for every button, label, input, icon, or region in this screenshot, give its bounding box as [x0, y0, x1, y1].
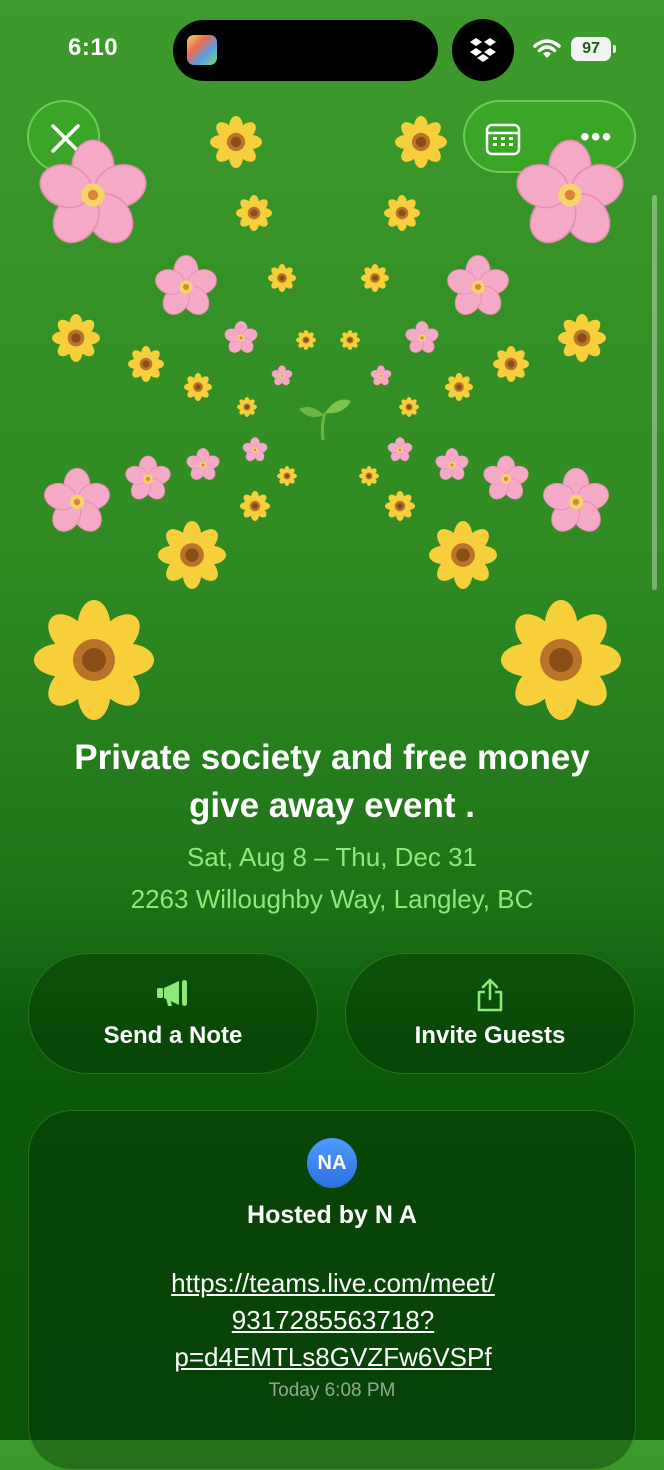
top-actions-pill: •••: [463, 100, 636, 173]
calendar-icon[interactable]: [485, 122, 521, 156]
send-note-label: Send a Note: [103, 1022, 243, 1049]
invite-guests-label: Invite Guests: [414, 1022, 566, 1049]
note-timestamp: Today 6:08 PM: [268, 1380, 396, 1401]
meeting-link-line2[interactable]: 9317285563718?: [109, 1302, 557, 1339]
event-title-line2: give away event .: [189, 786, 475, 825]
dynamic-island[interactable]: [173, 20, 438, 81]
send-note-button[interactable]: Send a Note: [28, 953, 318, 1074]
close-button[interactable]: [27, 100, 100, 173]
live-activity-indicator[interactable]: [452, 19, 514, 81]
invite-guests-button[interactable]: Invite Guests: [345, 953, 635, 1074]
meeting-link[interactable]: https://teams.live.com/meet/ 93172855637…: [109, 1265, 557, 1376]
share-icon: [477, 978, 503, 1012]
battery-nub: [613, 45, 616, 53]
status-time: 6:10: [68, 34, 119, 61]
flower-pattern: [33, 116, 630, 720]
meeting-link-line3[interactable]: p=d4EMTLs8GVZFw6VSPf: [109, 1339, 557, 1376]
more-icon[interactable]: •••: [580, 123, 612, 151]
host-card: NA Hosted by N A https://teams.live.com/…: [28, 1110, 636, 1470]
status-bar: 6:10 97: [0, 0, 664, 100]
megaphone-icon: [157, 980, 187, 1006]
event-date[interactable]: Sat, Aug 8 – Thu, Dec 31: [30, 842, 634, 873]
event-title-line1: Private society and free money: [74, 738, 590, 777]
close-icon: [51, 124, 80, 153]
wifi-icon: [533, 39, 561, 58]
hosted-by: Hosted by N A: [247, 1201, 417, 1229]
event-title: Private society and free money give away…: [30, 734, 634, 830]
meeting-link-line1[interactable]: https://teams.live.com/meet/: [109, 1265, 557, 1302]
avatar[interactable]: NA: [307, 1138, 357, 1188]
sprout-icon: [299, 399, 351, 441]
live-activity-app-icon: [187, 35, 217, 65]
battery-icon: 97: [571, 37, 611, 61]
dropbox-icon: [470, 38, 496, 62]
scrollbar[interactable]: [652, 195, 657, 590]
event-address[interactable]: 2263 Willoughby Way, Langley, BC: [30, 884, 634, 915]
